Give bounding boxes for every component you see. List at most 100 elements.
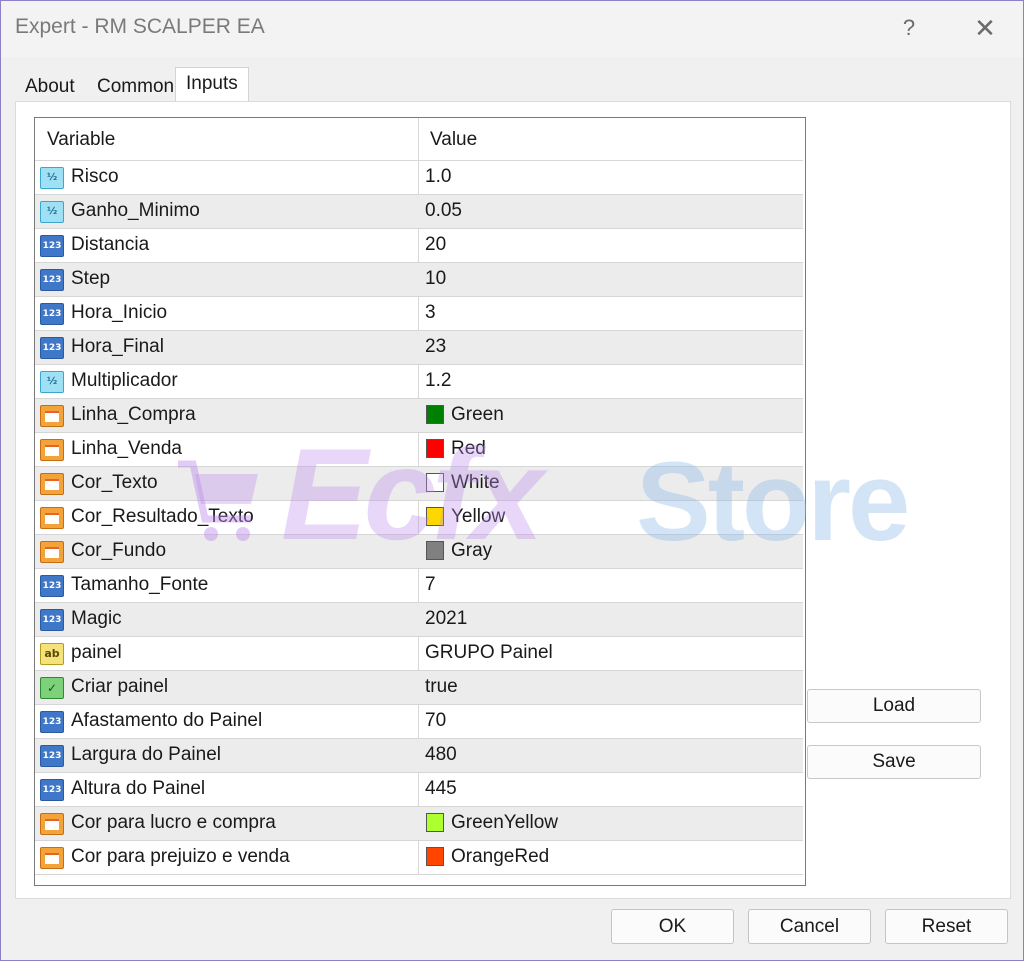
color-icon (40, 813, 64, 835)
variable-value[interactable]: 3 (425, 302, 436, 324)
input-row[interactable]: 123 Altura do Painel 445 (35, 773, 803, 807)
int-icon: 123 (40, 235, 64, 257)
variable-name: Cor_Texto (71, 472, 158, 493)
input-row[interactable]: 123 Hora_Final 23 (35, 331, 803, 365)
color-icon (40, 507, 64, 529)
variable-value[interactable]: 2021 (425, 608, 467, 630)
input-row[interactable]: Cor_Resultado_Texto Yellow (35, 501, 803, 535)
close-button[interactable]: ✕ (965, 11, 1005, 45)
window-title: Expert - RM SCALPER EA (15, 15, 265, 38)
variable-name: Linha_Compra (71, 404, 196, 425)
input-row[interactable]: ✓ Criar painel true (35, 671, 803, 705)
int-icon: 123 (40, 337, 64, 359)
input-row[interactable]: 123 Tamanho_Fonte 7 (35, 569, 803, 603)
color-icon (40, 847, 64, 869)
tab-about[interactable]: About (15, 73, 85, 101)
int-icon: 123 (40, 269, 64, 291)
variable-name: Tamanho_Fonte (71, 574, 209, 595)
expert-dialog: Expert - RM SCALPER EA ? ✕ About Common … (0, 0, 1024, 961)
color-swatch[interactable] (426, 439, 444, 458)
variable-value[interactable]: GRUPO Painel (425, 642, 553, 664)
input-row[interactable]: Cor para prejuizo e venda OrangeRed (35, 841, 803, 875)
input-row[interactable]: ½ Ganho_Minimo 0.05 (35, 195, 803, 229)
load-button[interactable]: Load (807, 689, 981, 723)
variable-name: painel (71, 642, 122, 663)
variable-name: Magic (71, 608, 122, 629)
save-button[interactable]: Save (807, 745, 981, 779)
color-icon (40, 473, 64, 495)
variable-name: Risco (71, 166, 119, 187)
input-row[interactable]: Linha_Venda Red (35, 433, 803, 467)
variable-value[interactable]: 480 (425, 744, 457, 766)
cancel-button[interactable]: Cancel (748, 909, 871, 944)
input-row[interactable]: ½ Risco 1.0 (35, 161, 803, 195)
title-bar: Expert - RM SCALPER EA ? ✕ (1, 1, 1023, 57)
variable-value[interactable]: Gray (451, 540, 492, 562)
variable-name: Cor para prejuizo e venda (71, 846, 290, 867)
variable-value[interactable]: 23 (425, 336, 446, 358)
variable-name: Ganho_Minimo (71, 200, 200, 221)
input-row[interactable]: 123 Step 10 (35, 263, 803, 297)
variable-value[interactable]: 70 (425, 710, 446, 732)
input-row[interactable]: Cor para lucro e compra GreenYellow (35, 807, 803, 841)
variable-value[interactable]: 1.2 (425, 370, 451, 392)
column-header-variable[interactable]: Variable (47, 129, 115, 151)
variable-name: Afastamento do Painel (71, 710, 263, 731)
help-button[interactable]: ? (891, 11, 927, 45)
variable-value[interactable]: true (425, 676, 458, 698)
variable-value[interactable]: 1.0 (425, 166, 451, 188)
inputs-panel: Variable Value ½ Risco 1.0 ½ Ganho_Minimo 0.0… (15, 101, 1011, 899)
variable-name: Hora_Final (71, 336, 164, 357)
variable-name: Step (71, 268, 111, 289)
input-row[interactable]: Cor_Texto White (35, 467, 803, 501)
double-icon: ½ (40, 167, 64, 189)
color-swatch[interactable] (426, 813, 444, 832)
int-icon: 123 (40, 711, 64, 733)
variable-name: Altura do Painel (71, 778, 206, 799)
input-row[interactable]: Cor_Fundo Gray (35, 535, 803, 569)
tab-common[interactable]: Common (87, 73, 184, 101)
variable-value[interactable]: 10 (425, 268, 446, 290)
input-row[interactable]: 123 Largura do Painel 480 (35, 739, 803, 773)
variable-value[interactable]: OrangeRed (451, 846, 549, 868)
input-row[interactable]: ab painel GRUPO Painel (35, 637, 803, 671)
input-row[interactable]: 123 Magic 2021 (35, 603, 803, 637)
bool-icon: ✓ (40, 677, 64, 699)
ok-button[interactable]: OK (611, 909, 734, 944)
variable-name: Multiplicador (71, 370, 178, 391)
variable-value[interactable]: White (451, 472, 500, 494)
color-swatch[interactable] (426, 541, 444, 560)
variable-value[interactable]: 20 (425, 234, 446, 256)
color-icon (40, 405, 64, 427)
double-icon: ½ (40, 201, 64, 223)
variable-name: Largura do Painel (71, 744, 221, 765)
variable-name: Linha_Venda (71, 438, 182, 459)
color-swatch[interactable] (426, 405, 444, 424)
string-icon: ab (40, 643, 64, 665)
inputs-grid: Variable Value ½ Risco 1.0 ½ Ganho_Minimo 0.0… (34, 117, 806, 886)
variable-value[interactable]: GreenYellow (451, 812, 558, 834)
color-swatch[interactable] (426, 847, 444, 866)
input-row[interactable]: Linha_Compra Green (35, 399, 803, 433)
variable-value[interactable]: Green (451, 404, 504, 426)
tab-inputs[interactable]: Inputs (175, 67, 249, 103)
column-header-value[interactable]: Value (430, 129, 477, 151)
input-row[interactable]: 123 Afastamento do Painel 70 (35, 705, 803, 739)
variable-value[interactable]: 7 (425, 574, 436, 596)
input-row[interactable]: 123 Distancia 20 (35, 229, 803, 263)
variable-value[interactable]: 445 (425, 778, 457, 800)
variable-value[interactable]: Yellow (451, 506, 505, 528)
reset-button[interactable]: Reset (885, 909, 1008, 944)
input-row[interactable]: ½ Multiplicador 1.2 (35, 365, 803, 399)
color-icon (40, 439, 64, 461)
variable-name: Cor_Fundo (71, 540, 167, 561)
variable-name: Cor para lucro e compra (71, 812, 276, 833)
double-icon: ½ (40, 371, 64, 393)
color-swatch[interactable] (426, 473, 444, 492)
variable-value[interactable]: 0.05 (425, 200, 462, 222)
variable-name: Distancia (71, 234, 150, 255)
color-swatch[interactable] (426, 507, 444, 526)
variable-value[interactable]: Red (451, 438, 486, 460)
input-row[interactable]: 123 Hora_Inicio 3 (35, 297, 803, 331)
int-icon: 123 (40, 779, 64, 801)
